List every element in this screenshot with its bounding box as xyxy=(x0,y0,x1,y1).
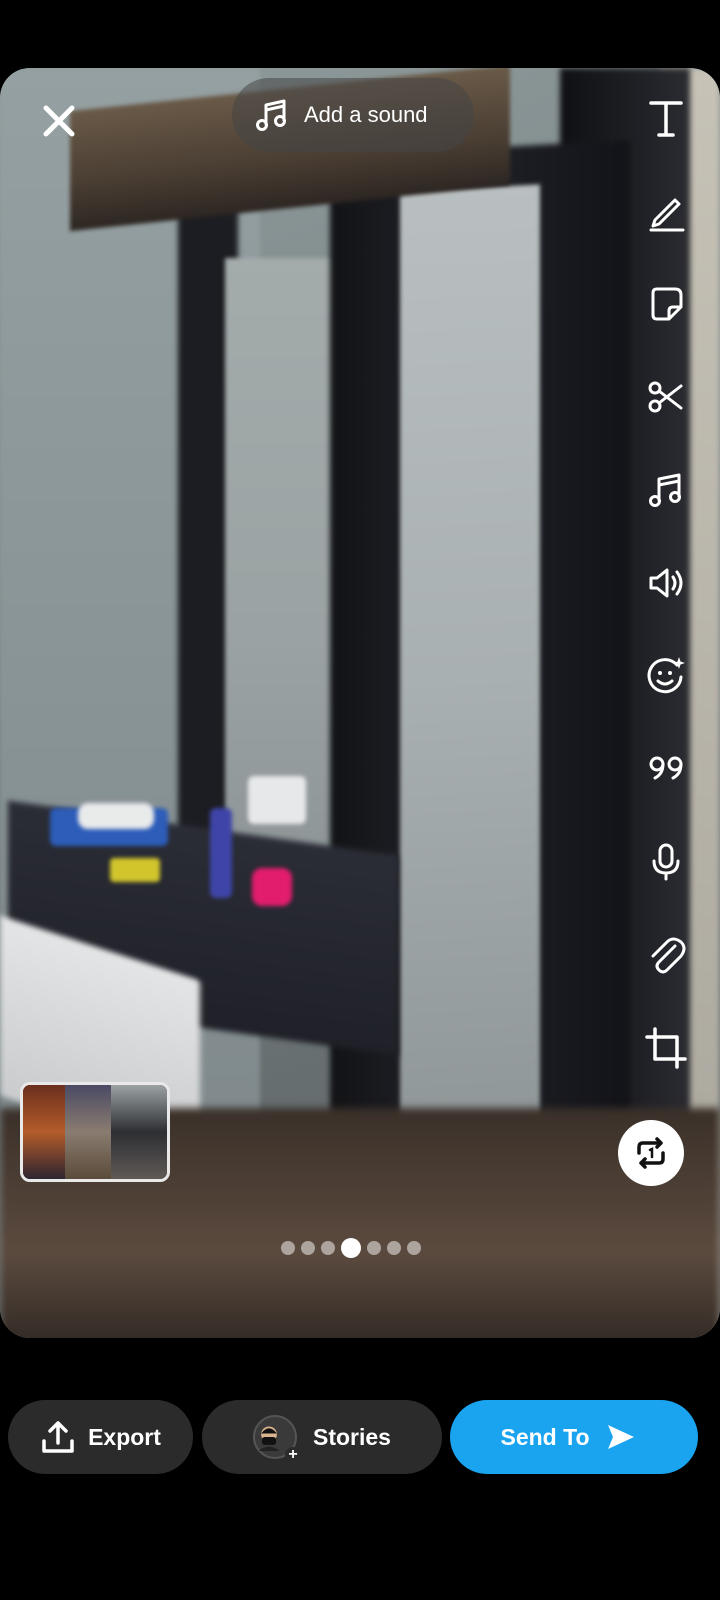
add-sound-label: Add a sound xyxy=(304,102,428,127)
attach-tool-button[interactable] xyxy=(640,929,692,981)
page-dot xyxy=(301,1241,315,1255)
page-dot xyxy=(281,1241,295,1255)
pen-icon xyxy=(649,198,685,232)
stories-label: Stories xyxy=(313,1423,391,1450)
page-dot xyxy=(367,1241,381,1255)
mic-icon xyxy=(652,843,680,881)
page-dot xyxy=(387,1241,401,1255)
draw-tool-button[interactable] xyxy=(640,185,692,237)
pink-item xyxy=(252,868,292,906)
add-sound-button[interactable]: Add a sound xyxy=(232,78,474,152)
thumbnail-frame-2 xyxy=(65,1085,111,1179)
cabinet-door-mirror xyxy=(400,184,540,1172)
send-arrow-icon xyxy=(607,1425,634,1449)
bitmoji-avatar-icon xyxy=(258,1426,280,1451)
sticker-tool-button[interactable] xyxy=(640,278,692,330)
loop-icon xyxy=(637,1137,665,1169)
volume-tool-button[interactable] xyxy=(640,557,692,609)
page-indicator xyxy=(281,1238,421,1258)
quote-icon xyxy=(649,756,683,780)
page-dot-active xyxy=(341,1238,361,1258)
add-story-plus-icon: + xyxy=(285,1447,301,1463)
music-note-icon xyxy=(256,99,286,131)
avatar: + xyxy=(253,1415,301,1463)
page-dot xyxy=(321,1241,335,1255)
export-button[interactable]: Export xyxy=(8,1400,193,1474)
lens-tool-button[interactable] xyxy=(640,650,692,702)
close-icon xyxy=(43,105,75,137)
smile-sparkle-icon xyxy=(647,657,685,694)
music-tool-button[interactable] xyxy=(640,464,692,516)
bottom-action-bar: Export + Stories Send To xyxy=(0,1400,720,1474)
close-button[interactable] xyxy=(38,100,80,142)
loop-button[interactable] xyxy=(618,1120,684,1186)
page-dot xyxy=(407,1241,421,1255)
music-icon xyxy=(649,473,681,507)
scissors-tool-button[interactable] xyxy=(640,371,692,423)
media-thumbnail[interactable] xyxy=(20,1082,170,1182)
send-to-button[interactable]: Send To xyxy=(450,1400,698,1474)
crop-icon xyxy=(645,1027,687,1069)
volume-icon xyxy=(649,568,683,598)
paperclip-icon xyxy=(651,937,686,974)
thumbnail-frame-3 xyxy=(111,1085,167,1179)
white-box xyxy=(248,776,306,824)
sticker-icon xyxy=(651,287,683,321)
export-label: Export xyxy=(88,1423,161,1450)
text-tool-button[interactable] xyxy=(640,92,692,144)
tissues xyxy=(78,803,154,829)
text-icon xyxy=(649,101,683,137)
stories-button[interactable]: + Stories xyxy=(202,1400,442,1474)
send-to-label: Send To xyxy=(500,1423,590,1450)
bottle xyxy=(210,808,232,898)
quote-tool-button[interactable] xyxy=(640,743,692,795)
scissors-icon xyxy=(648,381,683,413)
upload-icon xyxy=(42,1421,74,1453)
voice-tool-button[interactable] xyxy=(640,836,692,888)
crop-tool-button[interactable] xyxy=(640,1022,692,1074)
thumbnail-frame-1 xyxy=(23,1085,65,1179)
yellow-item xyxy=(110,858,160,882)
edit-toolbar xyxy=(640,92,692,1115)
